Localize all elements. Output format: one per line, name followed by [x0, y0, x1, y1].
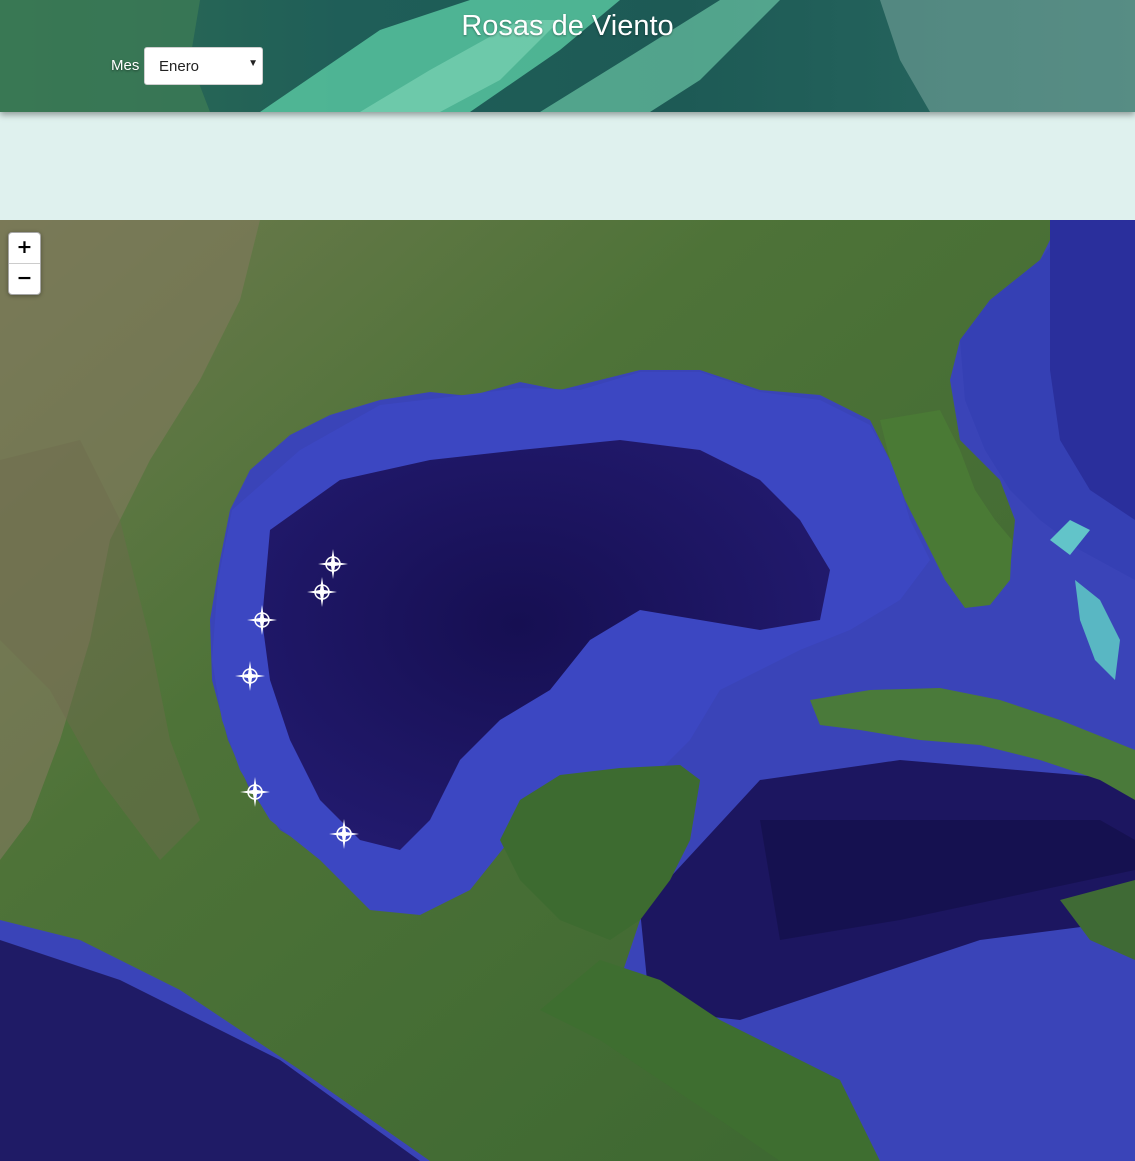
page-title: Rosas de Viento: [461, 10, 674, 42]
station-marker[interactable]: [307, 577, 337, 607]
compass-rose-icon: [247, 605, 277, 635]
month-select-value: Enero: [159, 58, 200, 75]
compass-rose-icon: [318, 549, 348, 579]
compass-rose-icon: [240, 777, 270, 807]
chart-panel: [0, 112, 1135, 220]
map[interactable]: + −: [0, 220, 1135, 1161]
station-marker[interactable]: [240, 777, 270, 807]
compass-rose-icon: [307, 577, 337, 607]
month-select[interactable]: Enero ▼: [144, 47, 263, 85]
station-marker[interactable]: [235, 661, 265, 691]
zoom-control: + −: [8, 232, 41, 295]
compass-rose-icon: [235, 661, 265, 691]
dropdown-arrow-icon: ▼: [248, 58, 258, 69]
month-label: Mes: [111, 57, 140, 74]
station-marker[interactable]: [329, 819, 359, 849]
station-marker[interactable]: [247, 605, 277, 635]
station-marker[interactable]: [318, 549, 348, 579]
satellite-map-base: [0, 220, 1135, 1161]
zoom-in-button[interactable]: +: [9, 233, 40, 264]
compass-rose-icon: [329, 819, 359, 849]
zoom-out-button[interactable]: −: [9, 264, 40, 294]
header: Rosas de Viento Mes Enero ▼: [0, 0, 1135, 112]
